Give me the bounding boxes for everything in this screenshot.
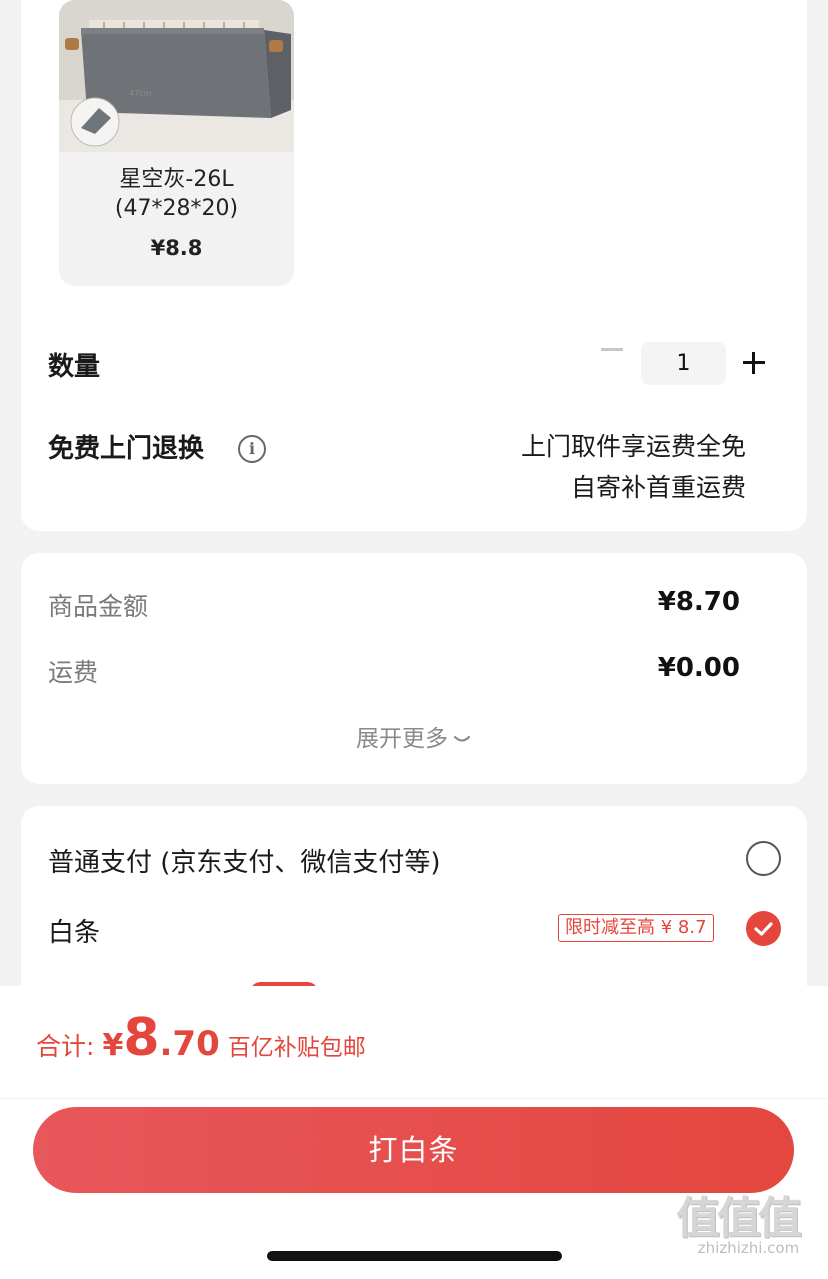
watermark-url: zhizhizhi.com [697,1239,800,1257]
sku-price: ¥8.8 [150,236,203,260]
svg-text:47cm: 47cm [129,89,152,98]
order-total: 合计: ¥8.70 百亿补贴包邮 [36,1008,366,1068]
return-note-line1: 上门取件享运费全免 [520,432,746,461]
pay-baitiao-button[interactable]: 打白条 [33,1107,794,1193]
return-service-label: 免费上门退换 [48,434,205,464]
product-image: 47cm [59,0,294,152]
shipping-fee-label: 运费 [48,658,99,687]
watermark: 值值值 zhizhizhi.com [676,1182,821,1272]
total-currency: ¥ [102,1028,124,1063]
total-amount-integer: 8 [123,1008,160,1068]
radio-empty-icon[interactable] [746,841,781,876]
plus-icon[interactable] [743,352,765,374]
goods-amount-label: 商品金额 [48,592,149,621]
promo-badge: 限时减至高 ¥ 8.7 [558,914,714,942]
minus-icon[interactable] [601,348,623,351]
watermark-glyphs: 值值值 [676,1193,802,1244]
divider [0,1098,828,1099]
payment-option-normal[interactable]: 普通支付 (京东支付、微信支付等) [48,842,441,879]
expand-more-label: 展开更多 [356,726,448,752]
subsidy-note: 百亿补贴包邮 [227,1035,366,1061]
return-note-line2: 自寄补首重运费 [570,473,746,502]
sku-option[interactable]: 47cm 星空灰-26L (47*28*20) ¥8.8 [59,0,294,286]
total-label: 合计: [36,1032,95,1061]
checkout-bar: 合计: ¥8.70 百亿补贴包邮 打白条 值值值 zhizhizhi.com [0,986,828,1279]
payment-option-baitiao[interactable]: 白条 [48,912,100,949]
quantity-stepper[interactable]: 1 [641,342,726,385]
sku-name: 星空灰-26L (47*28*20) [114,167,239,221]
shipping-fee-value: ¥0.00 [657,653,740,683]
quantity-label: 数量 [48,352,101,382]
check-icon[interactable] [746,911,781,946]
expand-more-button[interactable]: 展开更多 [21,719,807,753]
goods-amount-value: ¥8.70 [657,587,740,617]
order-item-card: 47cm 星空灰-26L (47*28*20) ¥8.8 数量 1 免费上门退换… [21,0,807,531]
info-icon[interactable]: i [238,435,266,463]
price-summary-card: 商品金额 ¥8.70 运费 ¥0.00 展开更多 [21,553,807,784]
total-amount-decimal: .70 [159,1024,220,1064]
chevron-down-icon [453,735,471,742]
home-indicator[interactable] [267,1251,562,1261]
